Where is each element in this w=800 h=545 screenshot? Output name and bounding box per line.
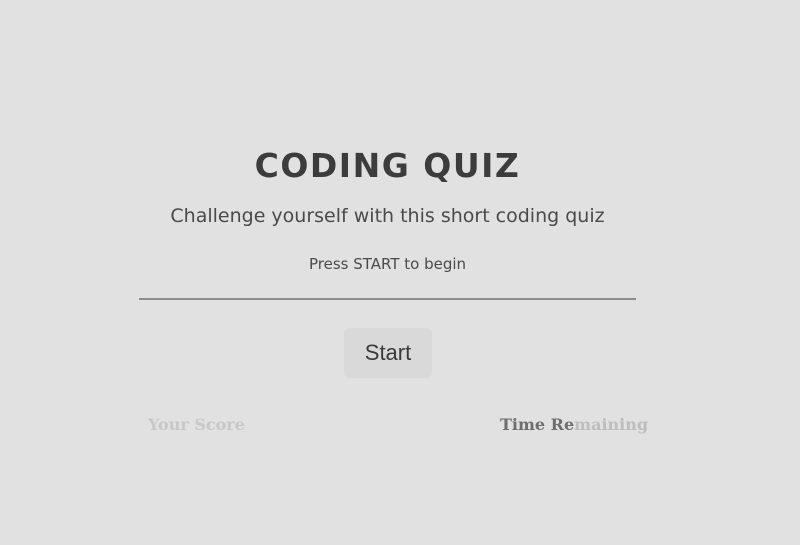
page-title: CODING QUIZ (254, 146, 521, 185)
time-label-part: Time Re (500, 415, 575, 434)
quiz-subtitle: Challenge yourself with this short codin… (170, 205, 605, 227)
time-remaining-label: Time Remaining (500, 415, 648, 434)
time-label-part-faded: maining (574, 415, 649, 434)
score-label: Your Score (148, 415, 245, 434)
start-button[interactable]: Start (344, 328, 432, 378)
divider (139, 298, 636, 300)
start-instruction: Press START to begin (308, 255, 467, 273)
quiz-page: CODING QUIZ Challenge yourself with this… (0, 0, 800, 545)
